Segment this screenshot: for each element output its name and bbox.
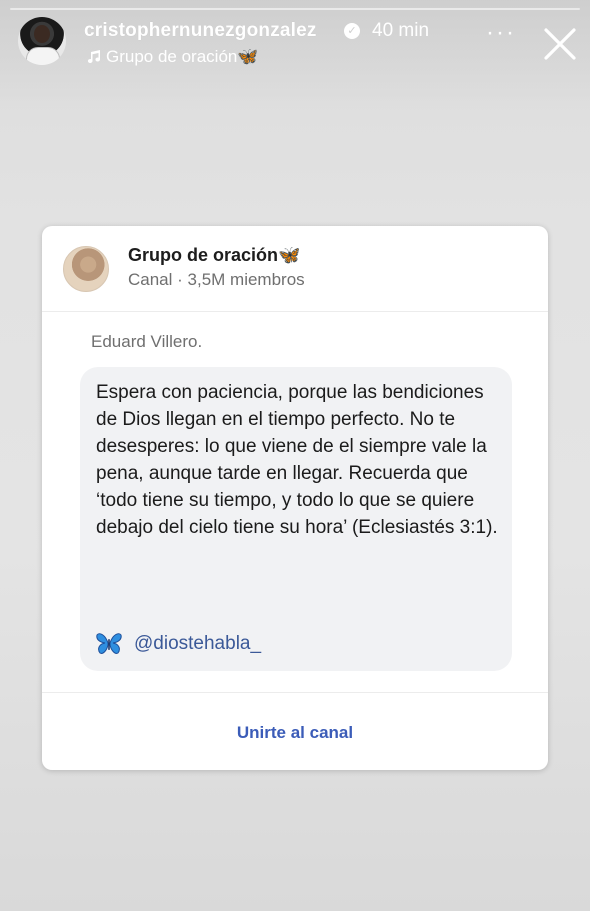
channel-meta: Canal · 3,5M miembros [128,270,305,289]
channel-name[interactable]: Grupo de oración🦋 [128,245,300,266]
channel-avatar [63,246,109,292]
username[interactable]: cristophernunezgonzalez [84,20,317,42]
more-dots-icon[interactable]: ··· [486,21,516,45]
message-author: Eduard Villero. [91,332,203,351]
avatar-shirt [26,47,60,65]
story-progress-bar [10,8,580,10]
join-channel-button[interactable]: Unirte al canal [42,723,548,743]
butterfly-icon [96,633,122,654]
post-time: 40 min [372,20,430,41]
message-handle[interactable]: @diostehabla_ [134,633,261,655]
card-divider-top [42,311,548,312]
message-bubble: Espera con paciencia, porque las bendici… [80,367,512,671]
close-icon[interactable] [540,24,580,64]
channel-card[interactable]: Grupo de oración🦋 Canal · 3,5M miembros … [42,226,548,770]
user-avatar[interactable] [18,17,66,65]
card-divider-bottom [42,692,548,693]
avatar-head [34,25,50,43]
music-note-icon [87,50,100,63]
story-subtitle[interactable]: Grupo de oración🦋 [106,47,259,67]
message-text: Espera con paciencia, porque las bendici… [96,382,498,538]
verified-badge-icon: ✓ [344,23,360,39]
